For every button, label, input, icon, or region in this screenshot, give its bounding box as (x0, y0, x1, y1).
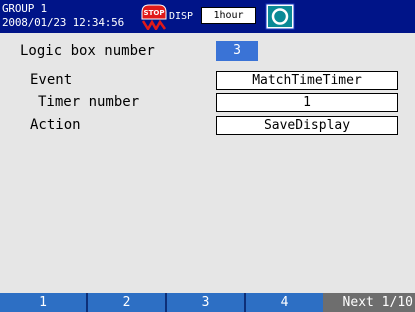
softkey-3[interactable]: 3 (167, 293, 244, 312)
logic-box-number-label: Logic box number (20, 43, 155, 59)
status-bar: GROUP 1 2008/01/23 12:34:56 STOP DISP 1h… (0, 0, 415, 33)
stop-icon-text: STOP (144, 9, 165, 17)
softkey-bar: 1 2 3 4 Next 1/10 (0, 293, 415, 312)
event-label: Event (30, 72, 73, 88)
timer-number-value[interactable]: 1 (216, 93, 398, 112)
datetime: 2008/01/23 12:34:56 (2, 16, 125, 29)
action-label: Action (30, 117, 81, 133)
stop-icon: STOP (141, 4, 167, 30)
display-mode-label: DISP (169, 11, 194, 22)
next-page-softkey[interactable]: Next 1/10 (323, 293, 415, 312)
softkey-2[interactable]: 2 (88, 293, 165, 312)
group-name: GROUP 1 (2, 2, 47, 15)
time-scale-box: 1hour (201, 7, 256, 24)
action-value[interactable]: SaveDisplay (216, 116, 398, 135)
media-status-icon (265, 3, 295, 30)
softkey-4[interactable]: 4 (246, 293, 323, 312)
softkey-1[interactable]: 1 (0, 293, 86, 312)
logic-box-number-value[interactable]: 3 (216, 41, 258, 61)
timer-number-label: Timer number (38, 94, 140, 110)
event-value[interactable]: MatchTimeTimer (216, 71, 398, 90)
